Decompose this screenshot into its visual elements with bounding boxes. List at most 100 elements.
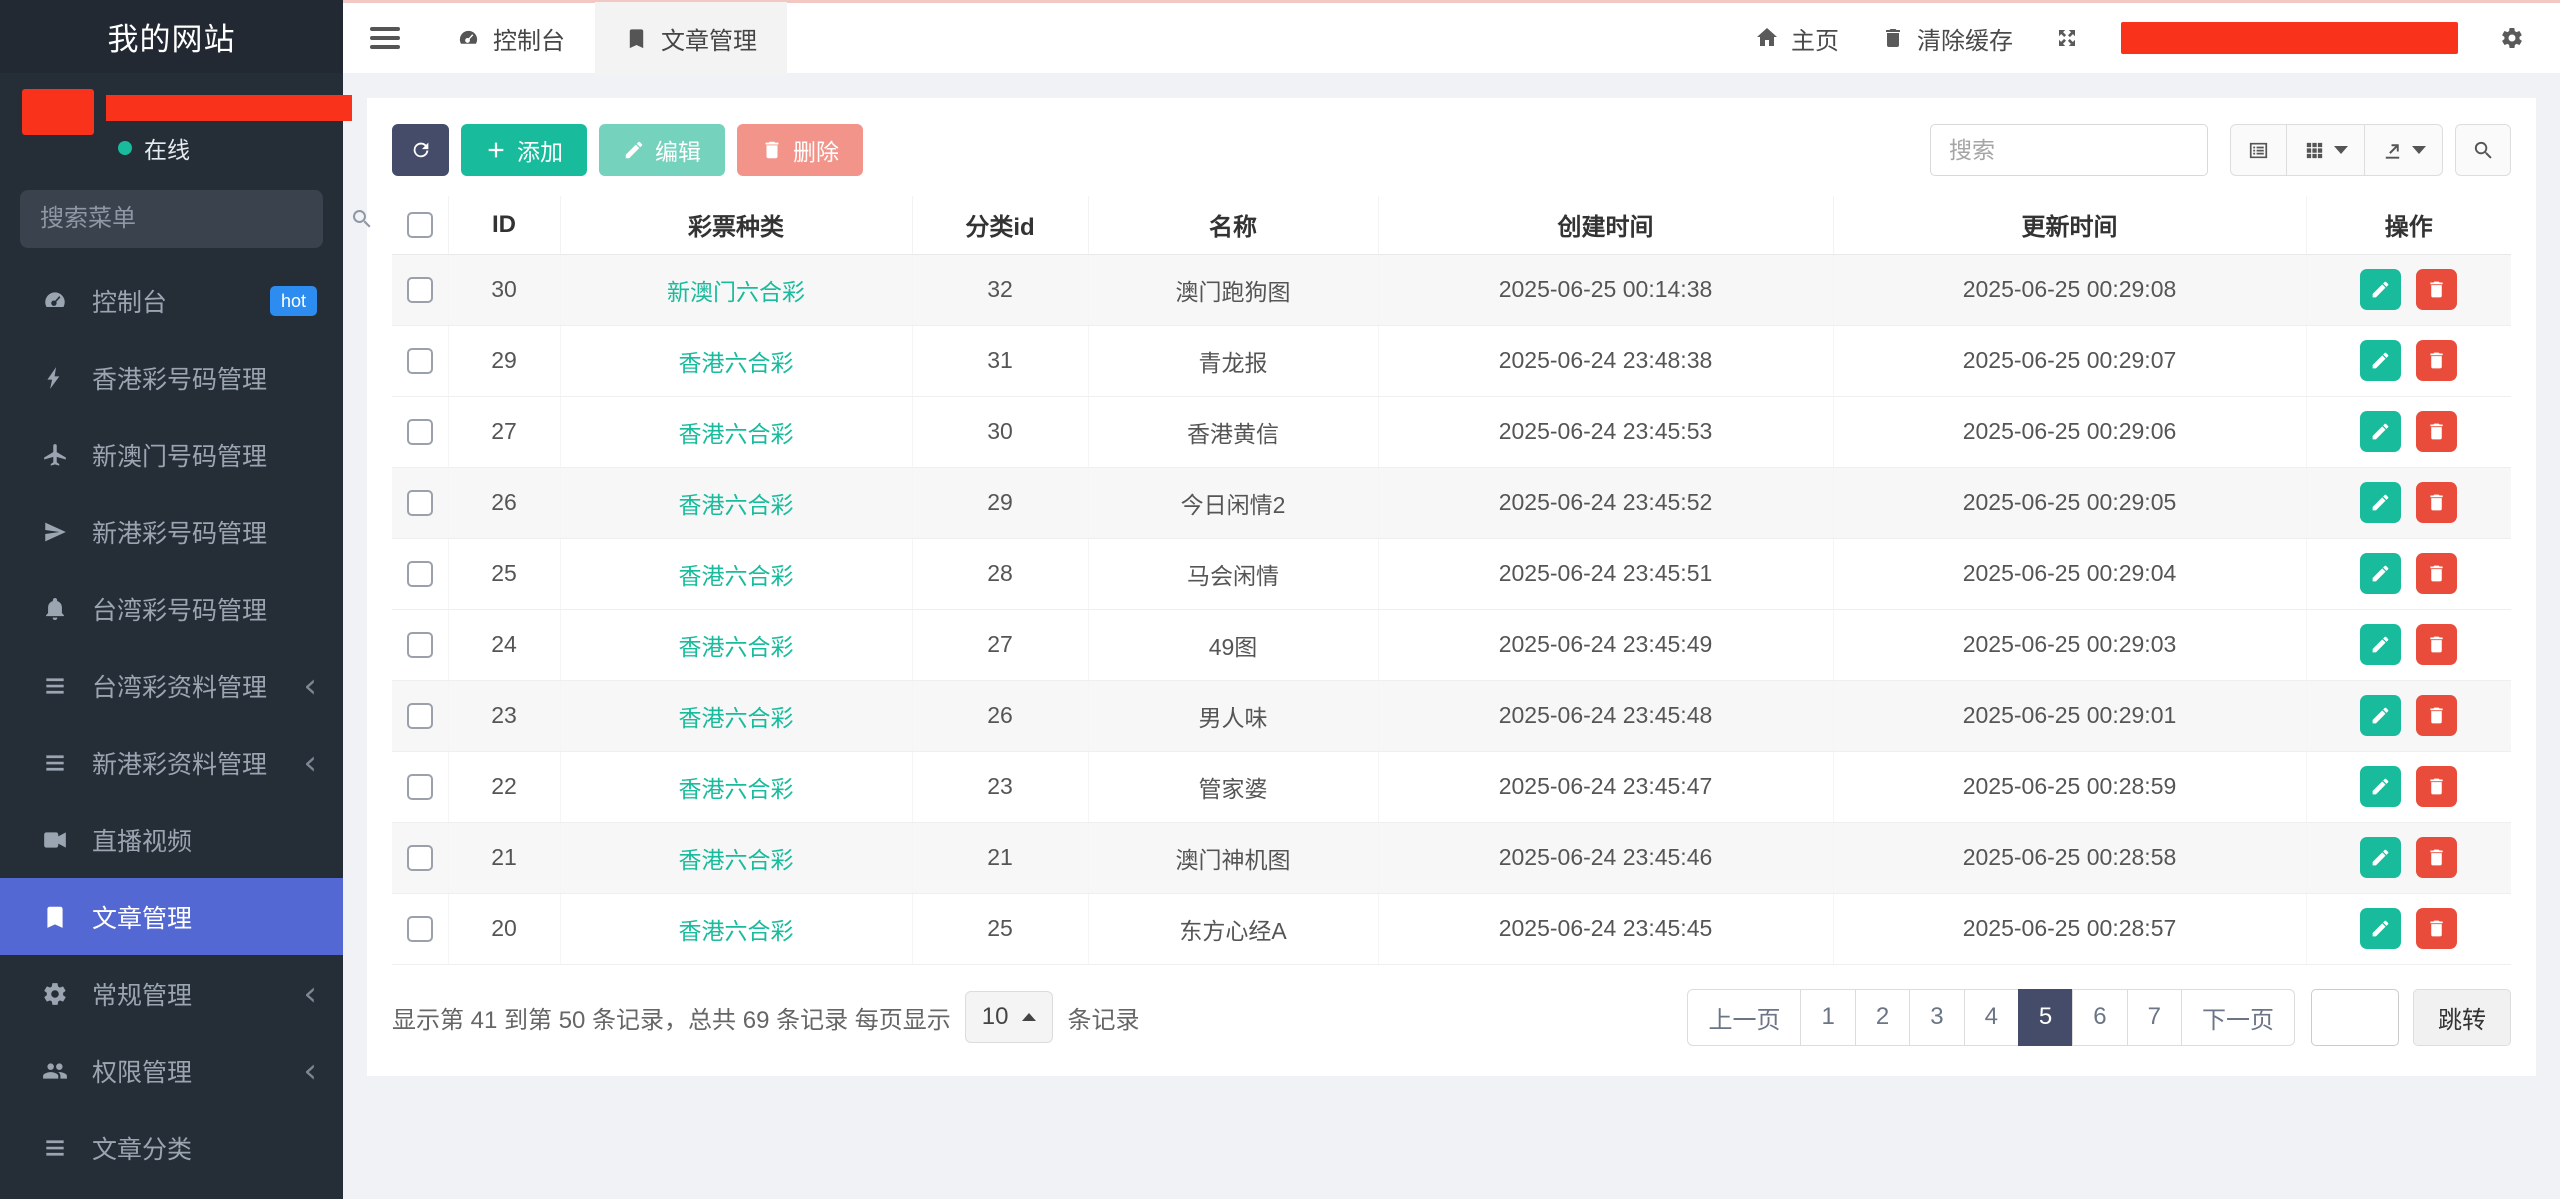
- prev-page-button[interactable]: 上一页: [1687, 989, 1801, 1046]
- table-row[interactable]: 27 香港六合彩 30 香港黄信 2025-06-24 23:45:53 202…: [392, 396, 2511, 467]
- sidebar-menu-item[interactable]: 文章分类: [0, 1109, 343, 1186]
- row-delete-button[interactable]: [2416, 411, 2457, 452]
- page-button[interactable]: 3: [1909, 989, 1964, 1046]
- row-edit-button[interactable]: [2360, 695, 2401, 736]
- page-button[interactable]: 5: [2018, 989, 2073, 1046]
- table-row[interactable]: 21 香港六合彩 21 澳门神机图 2025-06-24 23:45:46 20…: [392, 822, 2511, 893]
- row-delete-button[interactable]: [2416, 624, 2457, 665]
- columns-button[interactable]: [2286, 124, 2365, 176]
- lottery-type-link[interactable]: 香港六合彩: [679, 421, 794, 447]
- table-row[interactable]: 29 香港六合彩 31 青龙报 2025-06-24 23:48:38 2025…: [392, 325, 2511, 396]
- column-header-updated[interactable]: 更新时间: [1833, 196, 2306, 254]
- select-all-checkbox[interactable]: [407, 212, 433, 238]
- row-delete-button[interactable]: [2416, 908, 2457, 949]
- row-edit-button[interactable]: [2360, 553, 2401, 594]
- delete-button[interactable]: 删除: [737, 124, 863, 176]
- page-button[interactable]: 4: [1964, 989, 2019, 1046]
- lottery-type-link[interactable]: 香港六合彩: [679, 705, 794, 731]
- column-header-lottery-type[interactable]: 彩票种类: [560, 196, 912, 254]
- sidebar-menu-item[interactable]: 香港彩号码管理: [0, 339, 343, 416]
- lottery-type-link[interactable]: 新澳门六合彩: [667, 279, 805, 305]
- edit-button[interactable]: 编辑: [599, 124, 725, 176]
- page-button[interactable]: 6: [2072, 989, 2127, 1046]
- table-row[interactable]: 26 香港六合彩 29 今日闲情2 2025-06-24 23:45:52 20…: [392, 467, 2511, 538]
- row-delete-button[interactable]: [2416, 766, 2457, 807]
- row-edit-button[interactable]: [2360, 340, 2401, 381]
- row-checkbox[interactable]: [407, 561, 433, 587]
- refresh-button[interactable]: [392, 124, 449, 176]
- table-row[interactable]: 24 香港六合彩 27 49图 2025-06-24 23:45:49 2025…: [392, 609, 2511, 680]
- export-button[interactable]: [2364, 124, 2443, 176]
- row-delete-button[interactable]: [2416, 340, 2457, 381]
- table-search-input[interactable]: [1930, 124, 2208, 176]
- settings-button[interactable]: [2500, 26, 2524, 50]
- table-row[interactable]: 23 香港六合彩 26 男人味 2025-06-24 23:45:48 2025…: [392, 680, 2511, 751]
- sidebar-menu-item[interactable]: 文章管理: [0, 878, 343, 955]
- table-row[interactable]: 30 新澳门六合彩 32 澳门跑狗图 2025-06-25 00:14:38 2…: [392, 254, 2511, 325]
- topbar-tab[interactable]: 文章管理: [595, 2, 787, 75]
- column-header-name[interactable]: 名称: [1088, 196, 1378, 254]
- lottery-type-link[interactable]: 香港六合彩: [679, 350, 794, 376]
- row-checkbox[interactable]: [407, 632, 433, 658]
- row-edit-button[interactable]: [2360, 624, 2401, 665]
- page-button[interactable]: 2: [1855, 989, 1910, 1046]
- row-checkbox[interactable]: [407, 419, 433, 445]
- table-row[interactable]: 22 香港六合彩 23 管家婆 2025-06-24 23:45:47 2025…: [392, 751, 2511, 822]
- row-edit-button[interactable]: [2360, 908, 2401, 949]
- row-delete-button[interactable]: [2416, 553, 2457, 594]
- detail-view-button[interactable]: [2230, 124, 2287, 176]
- row-edit-button[interactable]: [2360, 766, 2401, 807]
- add-button[interactable]: 添加: [461, 124, 587, 176]
- page-button[interactable]: 7: [2127, 989, 2182, 1046]
- row-delete-button[interactable]: [2416, 482, 2457, 523]
- sidebar-menu-item[interactable]: 台湾彩资料管理 ‹: [0, 647, 343, 724]
- jump-button[interactable]: 跳转: [2413, 989, 2511, 1046]
- row-delete-button[interactable]: [2416, 269, 2457, 310]
- table-row[interactable]: 20 香港六合彩 25 东方心经A 2025-06-24 23:45:45 20…: [392, 893, 2511, 964]
- page-size-select[interactable]: 10: [965, 991, 1054, 1043]
- page-button[interactable]: 1: [1800, 989, 1855, 1046]
- home-button[interactable]: 主页: [1755, 21, 1839, 56]
- menu-search-box[interactable]: [20, 190, 323, 248]
- row-checkbox[interactable]: [407, 916, 433, 942]
- row-edit-button[interactable]: [2360, 837, 2401, 878]
- row-checkbox[interactable]: [407, 703, 433, 729]
- sidebar-menu-item[interactable]: 控制台 hot: [0, 262, 343, 339]
- topbar-tab[interactable]: 控制台: [427, 2, 595, 75]
- row-edit-button[interactable]: [2360, 482, 2401, 523]
- menu-search-input[interactable]: [40, 205, 350, 233]
- row-edit-button[interactable]: [2360, 411, 2401, 452]
- menu-toggle-button[interactable]: [343, 2, 427, 75]
- lottery-type-link[interactable]: 香港六合彩: [679, 634, 794, 660]
- next-page-button[interactable]: 下一页: [2181, 989, 2295, 1046]
- column-header-category-id[interactable]: 分类id: [912, 196, 1088, 254]
- sidebar-menu-item[interactable]: 台湾彩号码管理: [0, 570, 343, 647]
- lottery-type-link[interactable]: 香港六合彩: [679, 776, 794, 802]
- row-checkbox[interactable]: [407, 490, 433, 516]
- column-header-id[interactable]: ID: [448, 196, 560, 254]
- lottery-type-link[interactable]: 香港六合彩: [679, 847, 794, 873]
- table-row[interactable]: 25 香港六合彩 28 马会闲情 2025-06-24 23:45:51 202…: [392, 538, 2511, 609]
- row-edit-button[interactable]: [2360, 269, 2401, 310]
- fullscreen-button[interactable]: [2055, 26, 2079, 50]
- search-submit-button[interactable]: [2455, 124, 2511, 176]
- sidebar-menu-item[interactable]: 新澳门号码管理: [0, 416, 343, 493]
- sidebar-menu-item[interactable]: 权限管理 ‹: [0, 1032, 343, 1109]
- row-checkbox[interactable]: [407, 277, 433, 303]
- sidebar-menu-item[interactable]: 常规管理 ‹: [0, 955, 343, 1032]
- lottery-type-link[interactable]: 香港六合彩: [679, 563, 794, 589]
- row-checkbox[interactable]: [407, 774, 433, 800]
- lottery-type-link[interactable]: 香港六合彩: [679, 918, 794, 944]
- lottery-type-link[interactable]: 香港六合彩: [679, 492, 794, 518]
- clear-cache-button[interactable]: 清除缓存: [1881, 21, 2013, 56]
- sidebar-menu-item[interactable]: 直播视频: [0, 801, 343, 878]
- jump-page-input[interactable]: [2311, 989, 2399, 1046]
- sidebar-menu-item[interactable]: 新港彩资料管理 ‹: [0, 724, 343, 801]
- sidebar-menu-item[interactable]: 新港彩号码管理: [0, 493, 343, 570]
- cell-id: 22: [448, 751, 560, 822]
- column-header-created[interactable]: 创建时间: [1378, 196, 1833, 254]
- row-delete-button[interactable]: [2416, 837, 2457, 878]
- row-checkbox[interactable]: [407, 348, 433, 374]
- row-delete-button[interactable]: [2416, 695, 2457, 736]
- row-checkbox[interactable]: [407, 845, 433, 871]
